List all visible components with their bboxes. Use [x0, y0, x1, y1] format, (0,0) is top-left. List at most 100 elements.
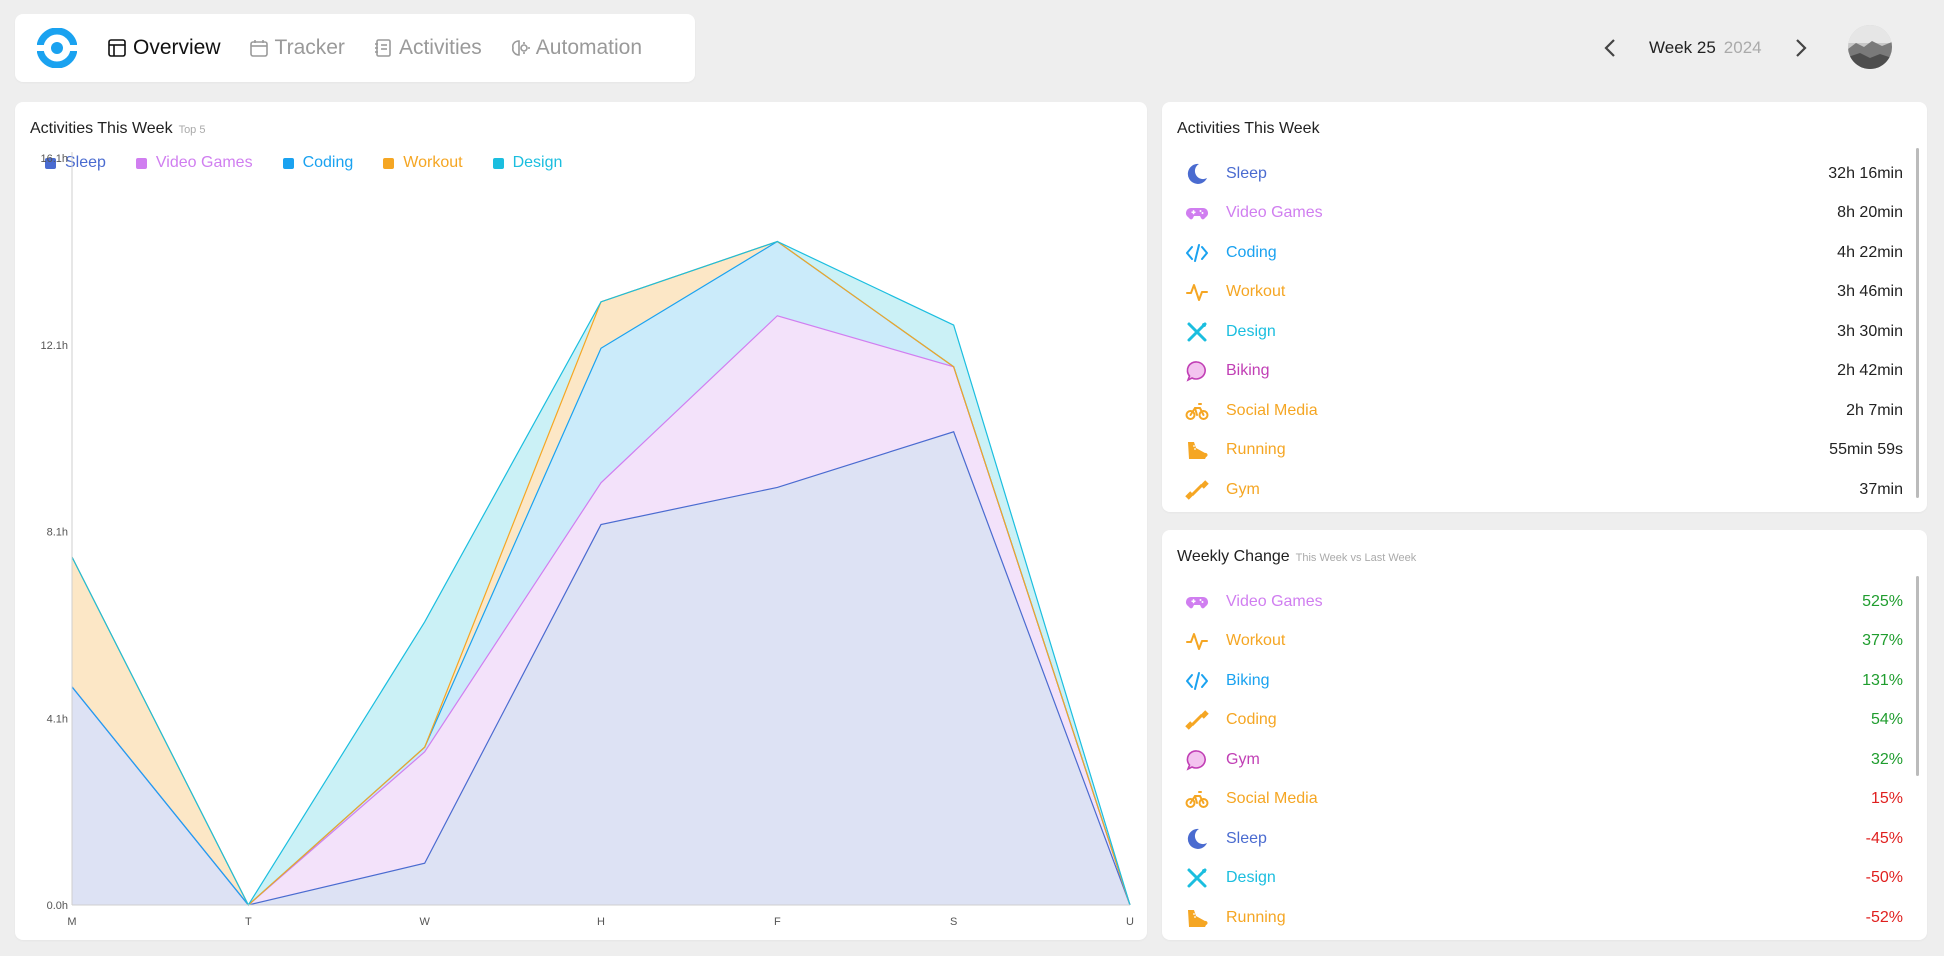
activity-row[interactable]: Video Games 8h 20min	[1184, 194, 1903, 234]
weekly-change-list: Video Games 525% Workout 377% Biking 131% Codi…	[1184, 582, 1903, 938]
chevron-left-icon	[1604, 39, 1615, 57]
activity-value: 3h 46min	[1837, 283, 1903, 301]
weekly-change-name: Design	[1226, 869, 1276, 887]
code-icon	[1184, 240, 1210, 266]
nav-overview[interactable]: Overview	[107, 36, 221, 60]
gamepad-icon	[1184, 589, 1210, 615]
nav-tracker[interactable]: Tracker	[249, 36, 345, 60]
bicycle-icon	[1184, 398, 1210, 424]
activity-row[interactable]: Design 3h 30min	[1184, 312, 1903, 352]
activity-value: 2h 7min	[1846, 401, 1903, 419]
y-tick-label: 4.1h	[47, 713, 68, 725]
activity-value: 8h 20min	[1837, 204, 1903, 222]
activity-name: Sleep	[1226, 164, 1267, 182]
nav-activities[interactable]: Activities	[373, 36, 482, 60]
activities-list: Sleep 32h 16min Video Games 8h 20min Coding 4…	[1184, 154, 1903, 510]
weekly-change-title: Weekly Change	[1177, 548, 1290, 565]
x-tick-label: S	[950, 916, 957, 928]
weekly-change-scrollbar[interactable]	[1916, 576, 1919, 776]
weekly-change-name: Coding	[1226, 711, 1277, 729]
weekly-change-row[interactable]: Social Media 15%	[1184, 780, 1903, 820]
activity-value: 55min 59s	[1829, 441, 1903, 459]
activity-row[interactable]: Biking 2h 42min	[1184, 352, 1903, 392]
prev-week-button[interactable]	[1595, 33, 1625, 63]
dumbbell-icon	[1184, 477, 1210, 503]
moon-icon	[1184, 826, 1210, 852]
activity-value: 3h 30min	[1837, 322, 1903, 340]
x-tick-label: T	[245, 916, 252, 928]
activity-row[interactable]: Sleep 32h 16min	[1184, 154, 1903, 194]
weekly-change-name: Biking	[1226, 671, 1270, 689]
nav-tracker-label: Tracker	[274, 36, 345, 59]
stacked-area-chart: 0.0h 4.1h 8.1h 12.1h 16.1h M T W H F S U	[40, 152, 1134, 928]
y-tick-label: 12.1h	[40, 340, 68, 352]
activity-row[interactable]: Social Media 2h 7min	[1184, 391, 1903, 431]
y-tick-label: 8.1h	[47, 527, 68, 539]
activity-value: 37min	[1859, 480, 1903, 498]
activity-row[interactable]: Gym 37min	[1184, 470, 1903, 510]
weekly-change-name: Video Games	[1226, 592, 1323, 610]
running-shoe-icon	[1184, 905, 1210, 931]
pulse-icon	[1184, 628, 1210, 654]
app-logo-icon[interactable]	[36, 27, 78, 69]
y-tick-label: 0.0h	[47, 900, 68, 912]
activity-row[interactable]: Coding 4h 22min	[1184, 233, 1903, 273]
dumbbell-icon	[1184, 707, 1210, 733]
next-week-button[interactable]	[1786, 33, 1816, 63]
activity-name: Biking	[1226, 362, 1270, 380]
moon-icon	[1184, 161, 1210, 187]
activity-value: 2h 42min	[1837, 362, 1903, 380]
nav-activities-label: Activities	[398, 36, 482, 59]
chat-bubble-icon	[1184, 747, 1210, 773]
chat-bubble-icon	[1184, 358, 1210, 384]
nav-automation[interactable]: Automation	[510, 36, 642, 60]
weekly-change-value: 32%	[1870, 750, 1903, 768]
weekly-change-row[interactable]: Biking 131%	[1184, 661, 1903, 701]
weekly-change-row[interactable]: Workout 377%	[1184, 622, 1903, 662]
weekly-change-name: Running	[1226, 908, 1286, 926]
week-label: Week 25	[1649, 38, 1716, 57]
calendar-icon	[249, 40, 268, 57]
activity-row[interactable]: Workout 3h 46min	[1184, 273, 1903, 313]
activity-name: Social Media	[1226, 401, 1318, 419]
nav-automation-label: Automation	[535, 36, 643, 59]
weekly-change-row[interactable]: Coding 54%	[1184, 701, 1903, 741]
weekly-change-name: Workout	[1226, 632, 1286, 650]
running-shoe-icon	[1184, 437, 1210, 463]
activity-name: Design	[1226, 322, 1276, 340]
weekly-change-value: 525%	[1862, 592, 1903, 610]
weekly-change-value: 15%	[1870, 790, 1903, 808]
activity-name: Running	[1226, 441, 1286, 459]
x-tick-label: H	[597, 916, 605, 928]
x-tick-label: M	[67, 916, 76, 928]
notebook-icon	[374, 39, 391, 57]
activities-card-title: Activities This Week	[1177, 120, 1320, 137]
weekly-change-card-title: Weekly Change This Week vs Last Week	[1177, 548, 1416, 566]
pulse-icon	[1184, 279, 1210, 305]
weekly-change-row[interactable]: Sleep -45%	[1184, 819, 1903, 859]
weekly-change-value: 131%	[1862, 671, 1903, 689]
weekly-change-row[interactable]: Design -50%	[1184, 859, 1903, 899]
week-selector: Week 25 2024	[1595, 26, 1816, 70]
activities-list-card: Activities This Week Sleep 32h 16min Video…	[1162, 102, 1927, 512]
chevron-right-icon	[1795, 39, 1807, 57]
weekly-change-row[interactable]: Running -52%	[1184, 898, 1903, 938]
avatar[interactable]	[1848, 25, 1892, 69]
weekly-change-row[interactable]: Gym 32%	[1184, 740, 1903, 780]
y-tick-label: 16.1h	[40, 153, 68, 165]
weekly-change-value: 54%	[1870, 711, 1903, 729]
code-icon	[1184, 668, 1210, 694]
x-tick-label: U	[1126, 916, 1134, 928]
weekly-change-card: Weekly Change This Week vs Last Week Vide…	[1162, 530, 1927, 940]
nav-overview-label: Overview	[133, 36, 221, 59]
activity-row[interactable]: Running 55min 59s	[1184, 431, 1903, 471]
activities-scrollbar[interactable]	[1916, 148, 1919, 498]
weekly-change-value: -45%	[1865, 829, 1903, 847]
weekly-change-row[interactable]: Video Games 525%	[1184, 582, 1903, 622]
weekly-change-value: -50%	[1865, 869, 1903, 887]
weekly-change-value: 377%	[1862, 632, 1903, 650]
activity-name: Video Games	[1226, 204, 1323, 222]
activity-name: Workout	[1226, 283, 1286, 301]
top-nav: Overview Tracker Activities Automation	[15, 14, 695, 82]
brain-gear-icon	[511, 40, 530, 56]
